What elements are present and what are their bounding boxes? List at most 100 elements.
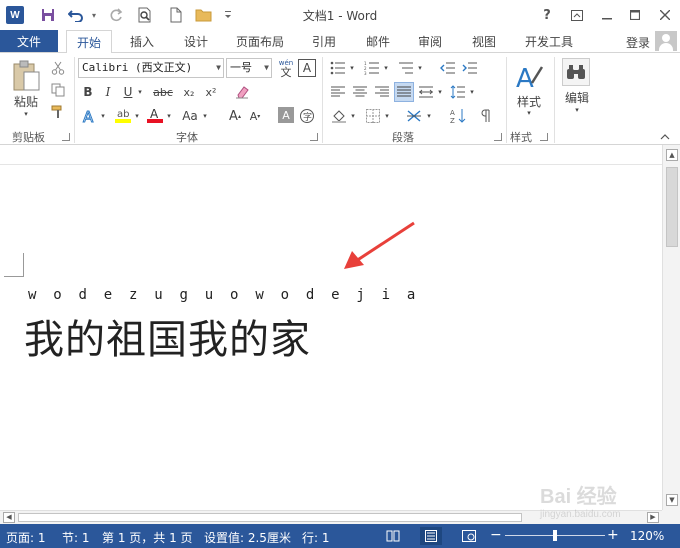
character-border-button[interactable]: A: [298, 59, 316, 77]
strikethrough-button[interactable]: abc: [152, 83, 174, 101]
status-section[interactable]: 节: 1: [62, 529, 90, 546]
format-painter-icon[interactable]: [48, 103, 68, 121]
align-center-icon[interactable]: [350, 83, 370, 101]
character-shading-icon[interactable]: A: [278, 107, 294, 123]
styles-launcher-icon[interactable]: [540, 133, 548, 141]
show-marks-icon[interactable]: [476, 107, 496, 125]
styles-button[interactable]: 样式: [510, 93, 548, 109]
horizontal-scroll-thumb[interactable]: [18, 513, 522, 522]
help-button[interactable]: ?: [534, 3, 560, 27]
paragraph-launcher-icon[interactable]: [494, 133, 502, 141]
zoom-in-icon[interactable]: +: [607, 527, 619, 543]
status-line[interactable]: 行: 1: [302, 529, 330, 546]
paste-dropdown-icon[interactable]: ▾: [20, 109, 32, 119]
zoom-out-icon[interactable]: −: [490, 527, 502, 543]
paste-button[interactable]: 粘贴: [8, 93, 44, 109]
highlight-color-icon[interactable]: ab: [114, 105, 132, 125]
tab-page-layout[interactable]: 页面布局: [228, 30, 292, 52]
font-launcher-icon[interactable]: [310, 133, 318, 141]
shading-dropdown-icon[interactable]: ▾: [348, 107, 358, 125]
change-case-dropdown-icon[interactable]: ▾: [200, 107, 210, 125]
bullets-icon[interactable]: [328, 59, 348, 77]
asian-layout-icon[interactable]: [404, 107, 424, 125]
vertical-scrollbar[interactable]: ▲ ▼: [662, 145, 680, 510]
tab-references[interactable]: 引用: [302, 30, 346, 52]
shrink-font-button[interactable]: A ▾: [246, 107, 264, 125]
find-binoculars-icon[interactable]: [562, 58, 590, 86]
tab-mailings[interactable]: 邮件: [356, 30, 400, 52]
styles-dropdown-icon[interactable]: ▾: [524, 108, 534, 118]
ribbon-display-options-button[interactable]: [564, 3, 590, 27]
change-case-button[interactable]: Aa: [180, 107, 200, 125]
pinyin-guide-text[interactable]: w o d e z u g u o w o d e j i a: [28, 287, 420, 303]
cut-icon[interactable]: [48, 59, 68, 77]
minimize-button[interactable]: [594, 3, 620, 27]
asian-layout-dropdown-icon[interactable]: ▾: [424, 107, 434, 125]
multilevel-list-dropdown-icon[interactable]: ▾: [415, 59, 425, 77]
copy-icon[interactable]: [48, 81, 68, 99]
scroll-down-icon[interactable]: ▼: [666, 494, 678, 506]
editing-button[interactable]: 编辑: [558, 89, 596, 105]
tab-developer[interactable]: 开发工具: [516, 30, 582, 52]
align-right-icon[interactable]: [372, 83, 392, 101]
styles-icon[interactable]: A: [512, 59, 546, 93]
status-position[interactable]: 设置值: 2.5厘米: [204, 529, 291, 546]
read-mode-icon[interactable]: [382, 527, 404, 545]
numbering-dropdown-icon[interactable]: ▾: [381, 59, 391, 77]
sort-icon[interactable]: AZ: [448, 107, 468, 125]
zoom-slider-thumb[interactable]: [553, 530, 557, 541]
line-spacing-icon[interactable]: [448, 83, 468, 101]
superscript-button[interactable]: x²: [202, 83, 220, 101]
tab-file[interactable]: 文件: [0, 30, 58, 52]
document-body-text[interactable]: 我的祖国我的家: [24, 307, 311, 365]
scroll-left-icon[interactable]: ◀: [3, 512, 15, 523]
text-effects-icon[interactable]: A: [80, 107, 98, 125]
font-size-dropdown-icon[interactable]: ▼: [264, 59, 269, 77]
bullets-dropdown-icon[interactable]: ▾: [347, 59, 357, 77]
text-effects-dropdown-icon[interactable]: ▾: [98, 107, 108, 125]
font-name-combo[interactable]: Calibri (西文正文) ▼: [78, 58, 224, 78]
distributed-icon[interactable]: [416, 83, 436, 101]
numbering-icon[interactable]: 123: [362, 59, 382, 77]
line-spacing-dropdown-icon[interactable]: ▾: [467, 83, 477, 101]
tab-home[interactable]: 开始: [66, 30, 112, 53]
sign-in-link[interactable]: 登录: [626, 34, 650, 51]
scroll-up-icon[interactable]: ▲: [666, 149, 678, 161]
avatar[interactable]: [655, 31, 677, 51]
underline-dropdown-icon[interactable]: ▾: [135, 83, 145, 101]
zoom-level[interactable]: 120%: [630, 529, 664, 543]
web-layout-icon[interactable]: [458, 527, 480, 545]
font-color-icon[interactable]: A: [146, 105, 164, 125]
font-name-dropdown-icon[interactable]: ▼: [216, 59, 221, 77]
bold-button[interactable]: B: [80, 83, 96, 101]
print-layout-icon[interactable]: [420, 527, 442, 545]
clear-formatting-icon[interactable]: [232, 83, 252, 101]
tab-insert[interactable]: 插入: [120, 30, 164, 52]
close-button[interactable]: [652, 3, 678, 27]
vertical-scroll-thumb[interactable]: [666, 167, 678, 247]
highlight-dropdown-icon[interactable]: ▾: [132, 107, 142, 125]
subscript-button[interactable]: x₂: [180, 83, 198, 101]
distributed-dropdown-icon[interactable]: ▾: [435, 83, 445, 101]
status-page-count[interactable]: 第 1 页，共 1 页: [102, 529, 193, 546]
phonetic-guide-button[interactable]: wén 文: [276, 56, 296, 80]
tab-view[interactable]: 视图: [462, 30, 506, 52]
italic-button[interactable]: I: [100, 83, 116, 101]
tab-design[interactable]: 设计: [174, 30, 218, 52]
tab-review[interactable]: 审阅: [408, 30, 452, 52]
borders-icon[interactable]: [364, 107, 382, 125]
multilevel-list-icon[interactable]: [396, 59, 416, 77]
increase-indent-icon[interactable]: [460, 59, 480, 77]
grow-font-button[interactable]: A ▴: [226, 107, 244, 125]
justify-icon[interactable]: [394, 82, 414, 102]
status-page[interactable]: 页面: 1: [6, 529, 46, 546]
editing-dropdown-icon[interactable]: ▾: [572, 105, 582, 115]
underline-button[interactable]: U: [120, 83, 136, 101]
document-page[interactable]: w o d e z u g u o w o d e j i a 我的祖国我的家: [0, 165, 662, 510]
align-left-icon[interactable]: [328, 83, 348, 101]
font-size-combo[interactable]: 一号 ▼: [226, 58, 272, 78]
font-color-dropdown-icon[interactable]: ▾: [164, 107, 174, 125]
decrease-indent-icon[interactable]: [438, 59, 458, 77]
enclose-characters-icon[interactable]: 字: [298, 107, 316, 125]
paste-icon[interactable]: [8, 59, 44, 93]
